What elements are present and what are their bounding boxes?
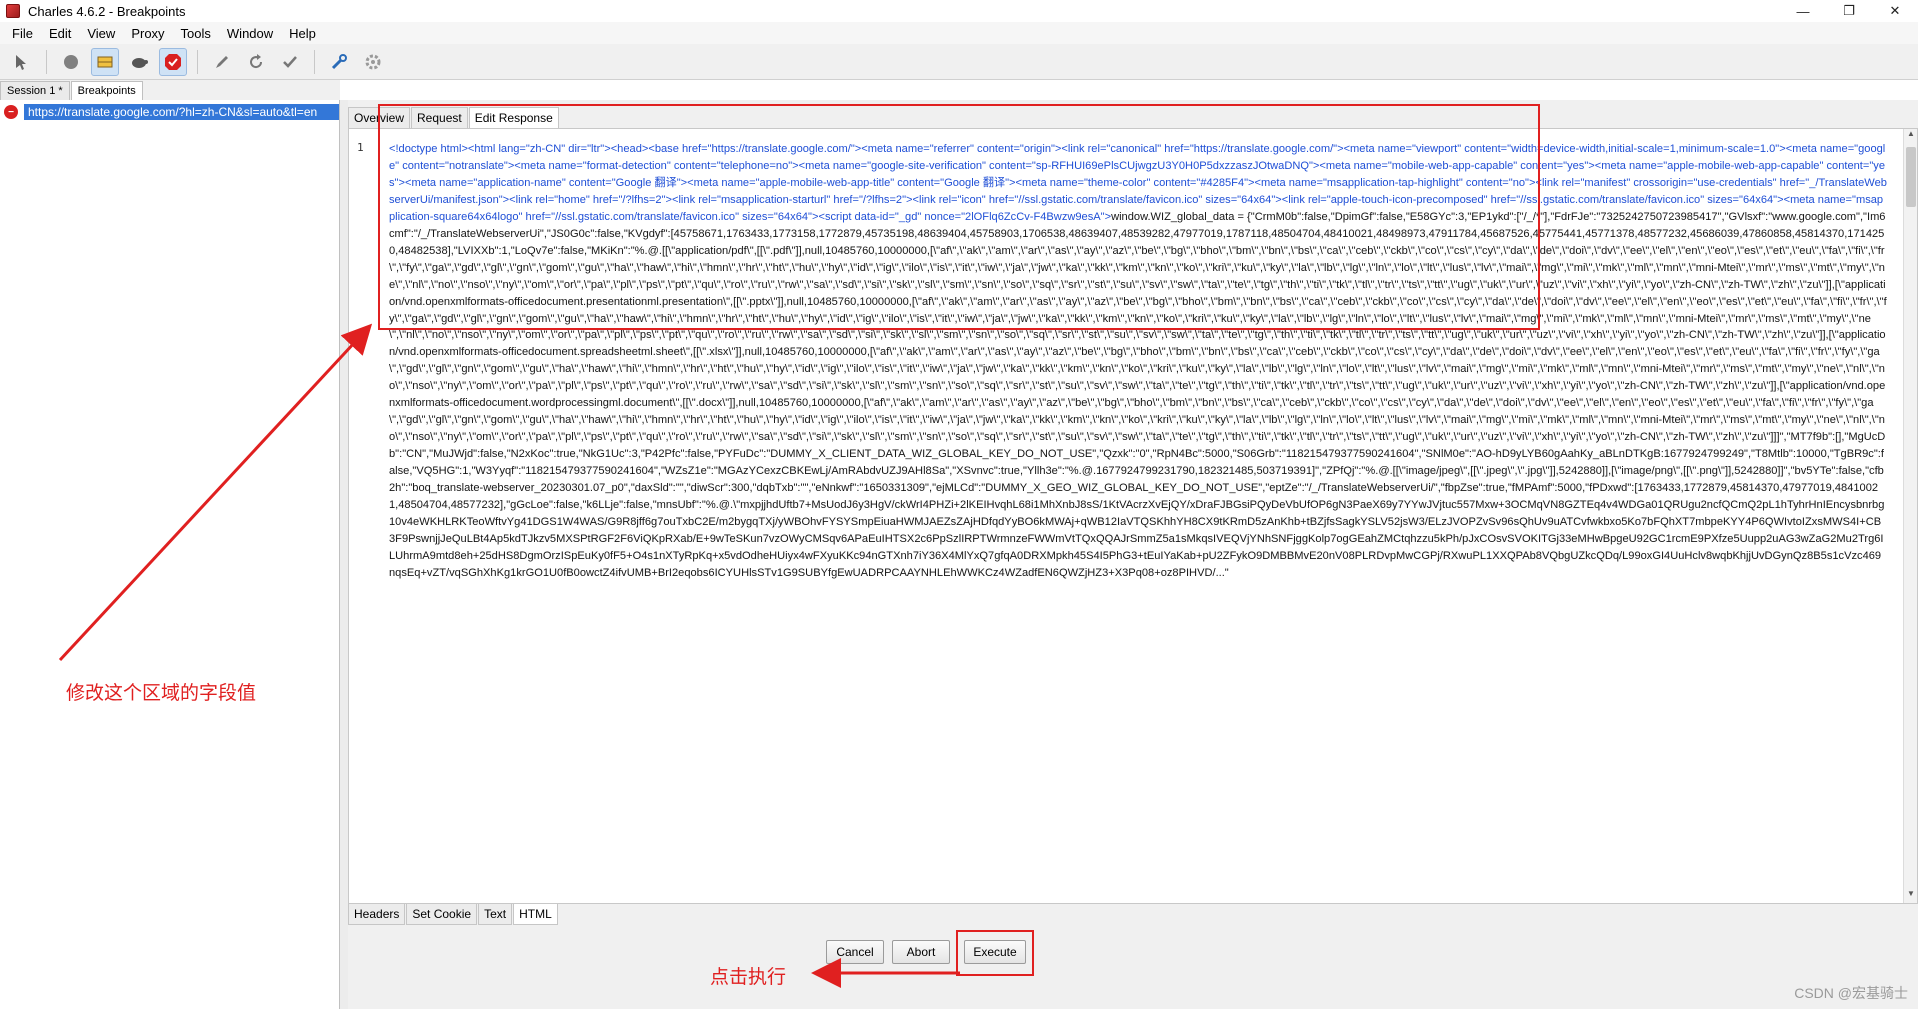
breakpoint-icon — [165, 53, 181, 70]
close-button[interactable]: ✕ — [1872, 0, 1918, 22]
scroll-up-icon[interactable]: ▲ — [1904, 129, 1917, 143]
compose-button[interactable] — [208, 48, 236, 76]
tab-request[interactable]: Request — [411, 107, 468, 128]
menu-proxy[interactable]: Proxy — [123, 26, 172, 41]
click-execute-annotation: 点击执行 — [710, 966, 787, 988]
detail-tabs: Overview Request Edit Response — [348, 106, 560, 128]
toolbar-separator — [197, 49, 198, 74]
menu-help[interactable]: Help — [281, 26, 324, 41]
script-body-text: window.WIZ_global_data = {"CrmM0b":false… — [389, 210, 1887, 579]
response-view-tabs: Headers Set Cookie Text HTML — [348, 904, 559, 926]
request-url[interactable]: https://translate.google.com/?hl=zh-CN&s… — [24, 104, 339, 120]
tab-html[interactable]: HTML — [513, 904, 558, 925]
tab-headers[interactable]: Headers — [348, 904, 406, 925]
record-icon — [64, 54, 78, 69]
pen-icon — [216, 55, 228, 68]
vertical-scrollbar[interactable]: ▲ ▼ — [1903, 129, 1917, 903]
menu-view[interactable]: View — [79, 26, 123, 41]
throttle-icon — [97, 56, 113, 67]
window-controls: — ❐ ✕ — [1780, 0, 1918, 22]
maximize-button[interactable]: ❐ — [1826, 0, 1872, 22]
tools-button[interactable] — [325, 48, 353, 76]
title-bar: Charles 4.6.2 - Breakpoints — ❐ ✕ — [0, 0, 1918, 22]
toolbar — [0, 44, 1918, 80]
minimize-button[interactable]: — — [1780, 0, 1826, 22]
cancel-button[interactable]: Cancel — [826, 940, 884, 964]
pointer-icon — [16, 54, 26, 70]
menu-bar: File Edit View Proxy Tools Window Help — [0, 22, 1918, 44]
validate-button[interactable] — [276, 48, 304, 76]
session-tabs: Session 1 * Breakpoints — [0, 80, 340, 100]
pointer-button[interactable] — [8, 48, 36, 76]
line-gutter: 1 — [349, 129, 383, 903]
tab-breakpoints[interactable]: Breakpoints — [70, 81, 143, 100]
menu-edit[interactable]: Edit — [41, 26, 79, 41]
record-button[interactable] — [57, 48, 85, 76]
refresh-icon — [250, 53, 263, 68]
tab-session-1[interactable]: Session 1 * — [0, 81, 70, 100]
response-editor[interactable]: 1 <!doctype html><html lang="zh-CN" dir=… — [348, 128, 1918, 904]
settings-button[interactable] — [359, 48, 387, 76]
csdn-watermark: CSDN @宏基骑士 — [1794, 985, 1908, 1001]
tab-set-cookie[interactable]: Set Cookie — [406, 904, 478, 925]
toolbar-separator — [46, 49, 47, 74]
scroll-down-icon[interactable]: ▼ — [1904, 889, 1917, 903]
edit-region-annotation: 修改这个区域的字段值 — [66, 682, 257, 704]
execute-button[interactable]: Execute — [964, 940, 1026, 964]
breakpoint-detail: Overview Request Edit Response 1 <!docty… — [348, 100, 1918, 1009]
breakpoint-stop-icon: − — [4, 105, 18, 119]
tab-overview[interactable]: Overview — [348, 107, 411, 128]
breakpoints-button[interactable] — [159, 47, 187, 76]
throttle-button[interactable] — [91, 47, 119, 76]
toolbar-separator — [314, 49, 315, 74]
abort-button[interactable]: Abort — [892, 940, 950, 964]
menu-file[interactable]: File — [4, 26, 41, 41]
action-buttons: Cancel Abort Execute — [348, 930, 1918, 980]
tools-icon — [331, 53, 347, 69]
menu-tools[interactable]: Tools — [173, 26, 219, 41]
request-list: − https://translate.google.com/?hl=zh-CN… — [0, 100, 340, 1009]
pane-splitter[interactable] — [340, 100, 348, 1009]
charles-app-icon — [6, 4, 20, 18]
tab-edit-response[interactable]: Edit Response — [468, 107, 559, 128]
repeat-button[interactable] — [242, 48, 270, 76]
window-title: Charles 4.6.2 - Breakpoints — [28, 3, 186, 19]
settings-icon — [365, 54, 381, 69]
check-icon — [283, 55, 297, 68]
turtle-icon — [132, 57, 148, 68]
response-body-text[interactable]: <!doctype html><html lang="zh-CN" dir="l… — [389, 141, 1887, 899]
list-item[interactable]: − https://translate.google.com/?hl=zh-CN… — [0, 103, 339, 121]
tab-text[interactable]: Text — [478, 904, 513, 925]
line-number: 1 — [357, 141, 364, 154]
menu-window[interactable]: Window — [219, 26, 281, 41]
turtle-button[interactable] — [125, 48, 153, 76]
scroll-thumb[interactable] — [1906, 147, 1916, 207]
